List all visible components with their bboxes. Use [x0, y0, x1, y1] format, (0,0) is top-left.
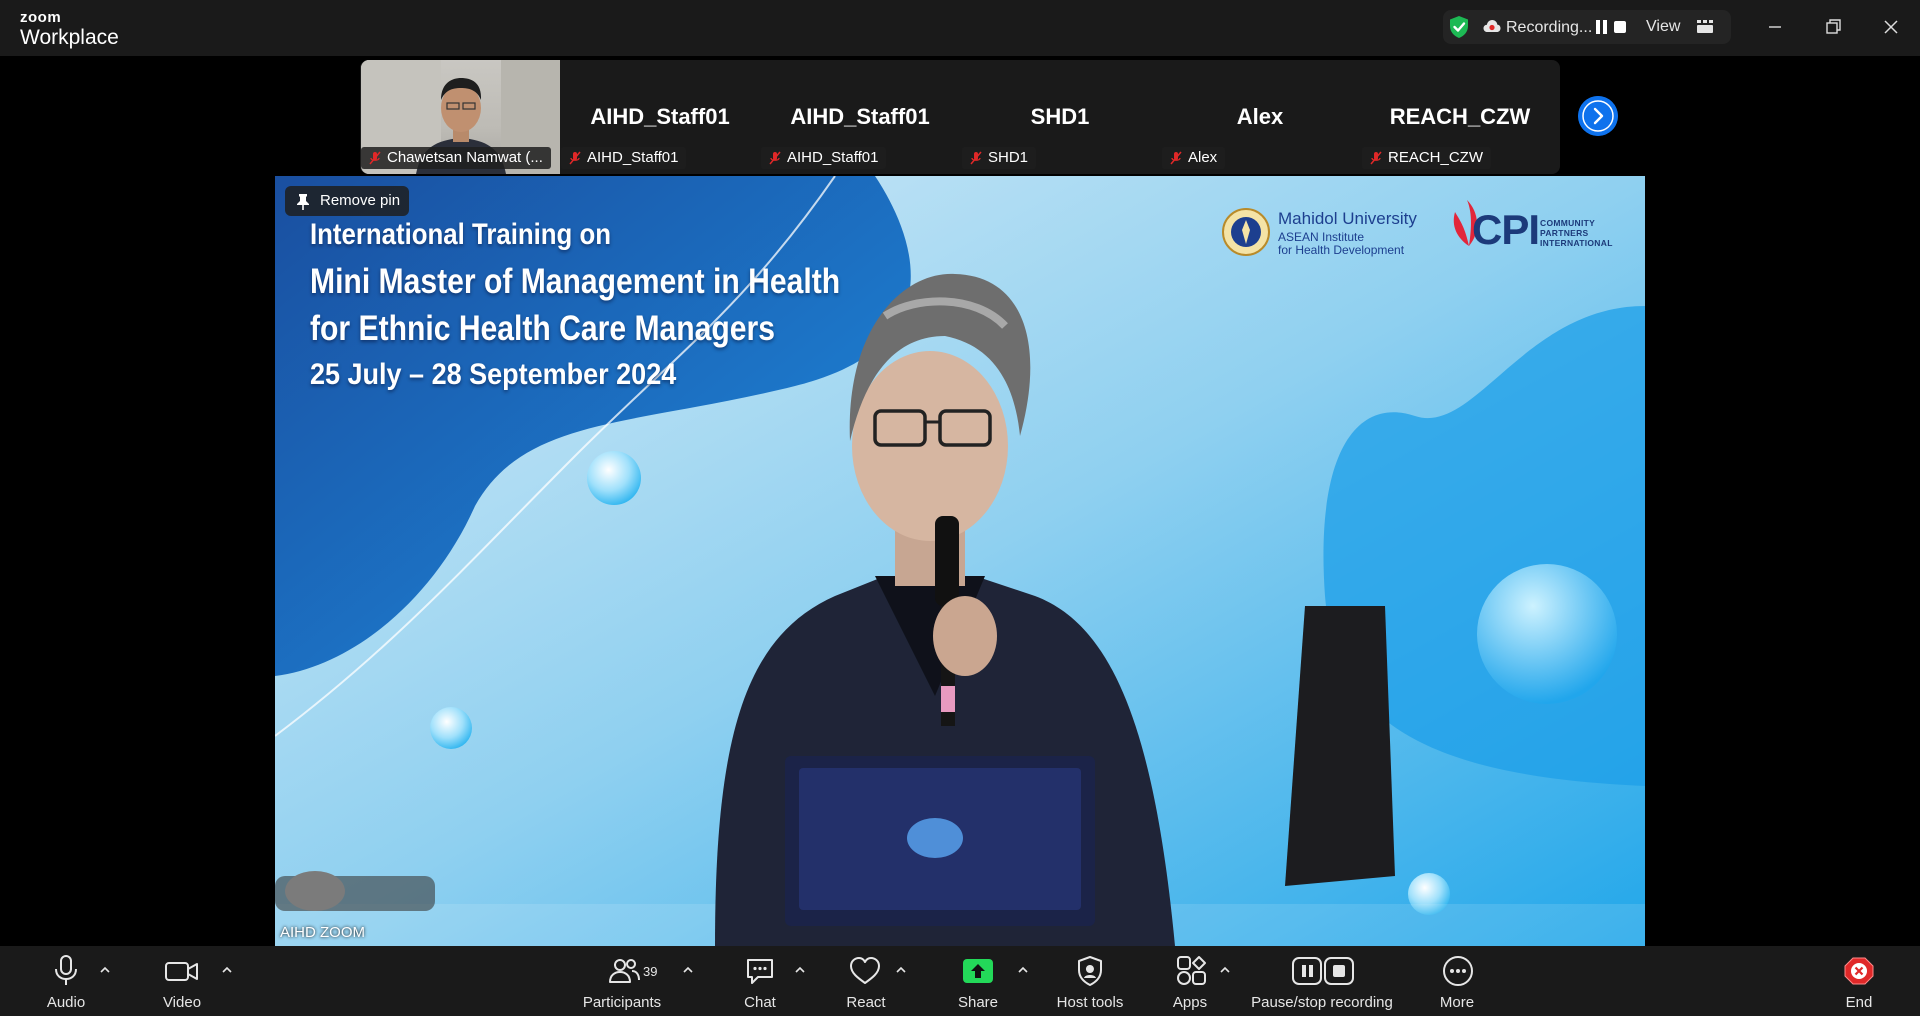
pin-icon: [297, 194, 309, 210]
participant-name: AIHD_Staff01: [790, 104, 930, 129]
participant-caption-text: Alex: [1188, 149, 1218, 166]
participant-caption-text: AIHD_Staff01: [587, 149, 679, 166]
share-screen-icon[interactable]: [962, 954, 994, 988]
react-options-chevron-icon[interactable]: [895, 966, 907, 974]
cpi-logo-text: CPI: [1472, 206, 1540, 253]
pause-stop-recording-icon[interactable]: [1292, 954, 1354, 988]
apps-grid-icon[interactable]: [1174, 954, 1208, 988]
host-tools-shield-icon[interactable]: [1074, 954, 1106, 988]
participant-name: AIHD_Staff01: [590, 104, 730, 129]
muted-mic-icon: [1370, 151, 1382, 165]
participant-caption: REACH_CZW: [1362, 147, 1492, 169]
mahidol-seal-logo: [1222, 208, 1270, 256]
chat-options-chevron-icon[interactable]: [794, 966, 806, 974]
minimize-icon[interactable]: [1760, 12, 1790, 42]
mahidol-sub1: ASEAN Institute: [1278, 230, 1365, 244]
chat-bubble-icon[interactable]: [744, 954, 776, 988]
more-options-icon[interactable]: [1441, 954, 1475, 988]
remove-pin-label: Remove pin: [320, 192, 401, 209]
chat-label[interactable]: Chat: [744, 994, 776, 1011]
participant-name: SHD1: [1030, 104, 1090, 129]
participants-label[interactable]: Participants: [583, 994, 661, 1011]
muted-mic-icon: [1170, 151, 1182, 165]
next-page-button[interactable]: [1578, 96, 1618, 136]
react-heart-icon[interactable]: [848, 954, 882, 988]
participant-name: Alex: [1236, 104, 1284, 129]
restore-icon[interactable]: [1818, 12, 1848, 42]
stop-recording-icon[interactable]: [1614, 21, 1626, 33]
mahidol-name: Mahidol University: [1278, 209, 1417, 228]
participant-caption: AIHD_Staff01: [761, 147, 887, 169]
share-label[interactable]: Share: [958, 994, 998, 1011]
host-tools-label[interactable]: Host tools: [1057, 994, 1124, 1011]
cpi-sub3: INTERNATIONAL: [1540, 238, 1613, 248]
participants-count-badge: 39: [643, 964, 658, 979]
logo-workplace-text: Workplace: [20, 26, 119, 49]
end-label[interactable]: End: [1846, 994, 1873, 1011]
participant-name: REACH_CZW: [1389, 104, 1531, 129]
zoom-logo: zoom Workplace: [20, 10, 119, 48]
apps-options-chevron-icon[interactable]: [1219, 966, 1231, 974]
participant-caption-text: Chawetsan Namwat (...: [387, 149, 543, 166]
slide-title-line1: International Training on: [310, 218, 612, 251]
cpi-sub1: COMMUNITY: [1540, 218, 1596, 228]
slide-title-line2: Mini Master of Management in Health: [310, 262, 841, 301]
end-meeting-icon[interactable]: [1843, 954, 1875, 988]
share-options-chevron-icon[interactable]: [1017, 966, 1029, 974]
participant-caption: Alex: [1162, 147, 1226, 169]
pause-stop-recording-label[interactable]: Pause/stop recording: [1251, 994, 1393, 1011]
shield-check-icon[interactable]: [1448, 15, 1470, 39]
participant-caption-text: REACH_CZW: [1388, 149, 1484, 166]
react-label[interactable]: React: [846, 994, 885, 1011]
muted-mic-icon: [569, 151, 581, 165]
recording-label: Recording...: [1506, 19, 1593, 36]
more-label[interactable]: More: [1440, 994, 1474, 1011]
participant-caption: AIHD_Staff01: [561, 147, 687, 169]
participant-caption: SHD1: [962, 147, 1037, 169]
remove-pin-button[interactable]: Remove pin: [285, 186, 409, 216]
video-camera-icon[interactable]: [164, 954, 200, 988]
participant-caption-text: SHD1: [988, 149, 1029, 166]
muted-mic-icon: [970, 151, 982, 165]
muted-mic-icon: [769, 151, 781, 165]
pause-recording-icon[interactable]: [1596, 20, 1608, 34]
video-name-label: AIHD ZOOM: [280, 924, 365, 941]
cloud-icon: [1483, 20, 1501, 32]
participant-caption-text: AIHD_Staff01: [787, 149, 879, 166]
close-icon[interactable]: [1876, 12, 1906, 42]
muted-mic-icon: [369, 151, 381, 165]
mahidol-sub2: for Health Development: [1278, 243, 1405, 257]
video-options-chevron-icon[interactable]: [221, 966, 233, 974]
audio-mic-icon[interactable]: [52, 954, 80, 988]
gallery-grid-icon[interactable]: [1697, 20, 1713, 33]
logo-zoom-text: zoom: [20, 9, 62, 26]
audio-options-chevron-icon[interactable]: [99, 966, 111, 974]
participants-icon[interactable]: [607, 954, 641, 988]
video-label[interactable]: Video: [163, 994, 201, 1011]
cpi-sub2: PARTNERS: [1540, 228, 1589, 238]
slide-date: 25 July – 28 September 2024: [310, 358, 677, 391]
view-button[interactable]: View: [1646, 18, 1680, 36]
apps-label[interactable]: Apps: [1173, 994, 1207, 1011]
participant-caption: Chawetsan Namwat (...: [361, 147, 551, 169]
audio-label[interactable]: Audio: [47, 994, 85, 1011]
participants-options-chevron-icon[interactable]: [682, 966, 694, 974]
slide-title-line3: for Ethnic Health Care Managers: [310, 309, 776, 348]
